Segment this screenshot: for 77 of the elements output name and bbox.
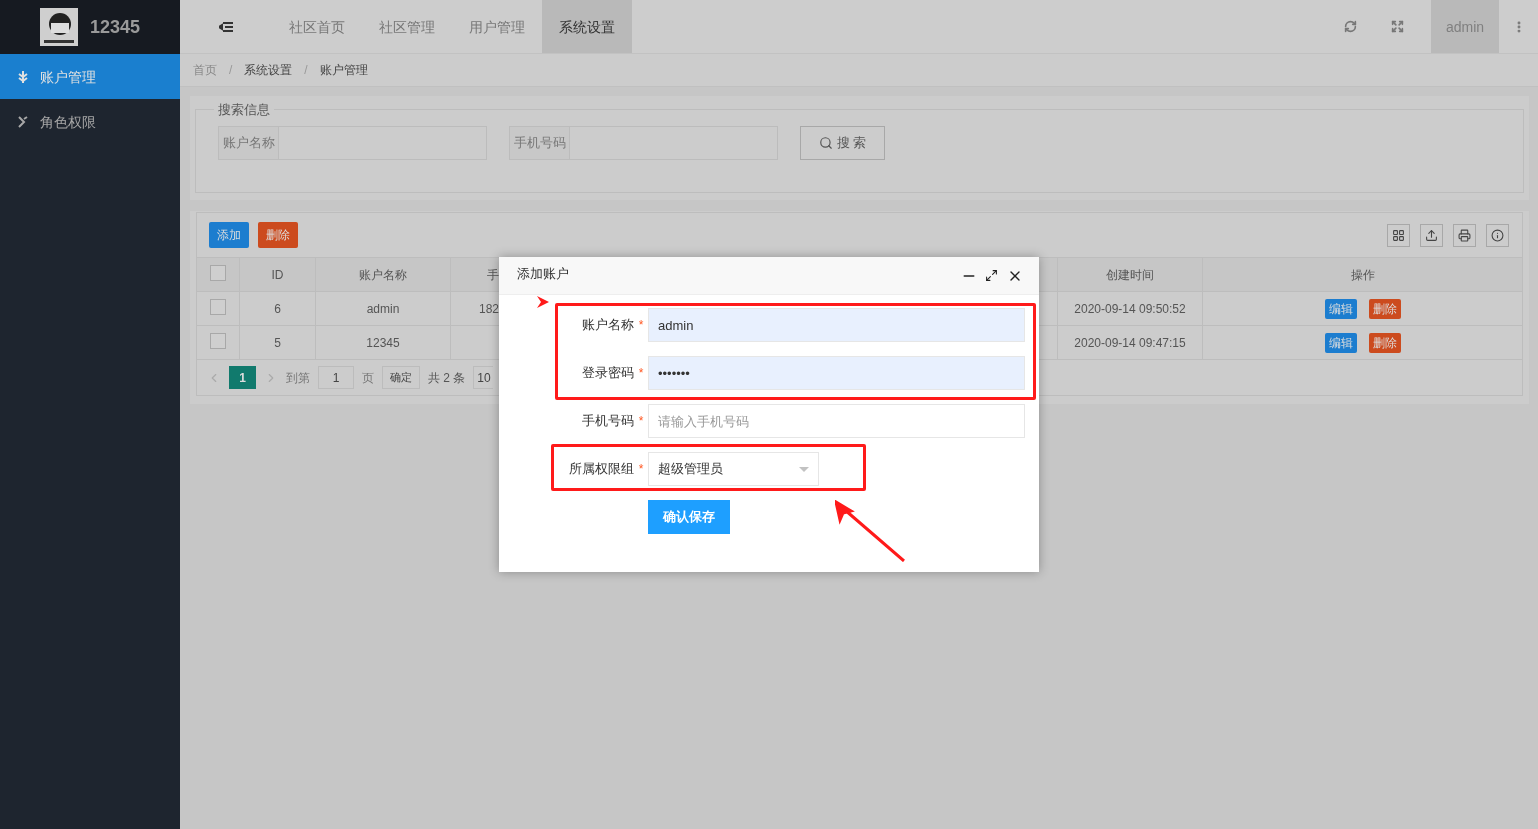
breadcrumb-separator: / [228,62,234,78]
table-cell: 2020-09-14 09:50:52 [1074,301,1186,316]
search-icon [818,135,833,150]
delete-button[interactable]: 删除 [1368,298,1401,319]
caret-icon [799,466,809,472]
info-icon [1491,228,1504,242]
field-label: 所属权限组 [568,460,634,479]
fieldset-legend: 搜索信息 [214,100,274,120]
input-field[interactable]: 请输入手机号码 [648,404,1025,438]
table-cell: 12345 [366,335,400,350]
leaf-icon [18,70,28,83]
printer-icon [1458,228,1471,242]
nav-tab[interactable]: 系统设置 [542,0,632,53]
delete-button[interactable]: 删除 [1368,332,1401,353]
toolbar-tool[interactable] [1486,223,1509,247]
upload-icon [1425,228,1438,242]
arrow [835,500,905,562]
required-mark: * [637,317,645,333]
chevron-icon [18,115,28,128]
role-select[interactable]: 超级管理员 [648,452,819,486]
maximize-icon[interactable] [985,269,998,282]
delete-button[interactable]: 删除 [258,222,298,248]
breadcrumb-link[interactable]: 首页 [193,62,217,78]
page-unit: 页 [362,369,374,386]
search-button[interactable]: 搜 索 [800,125,885,160]
toolbar-tool[interactable] [1420,223,1443,247]
required-mark: * [637,413,645,429]
search-field[interactable]: 账户名称 [218,125,487,160]
sidebar-item[interactable]: 角色权限 [0,99,180,144]
column-header: 操作 [1202,257,1523,292]
sidebar-item[interactable]: 账户管理 [0,54,180,99]
column-header: ID [239,257,316,292]
nav-tab[interactable]: 社区管理 [362,0,452,53]
search-field[interactable]: 手机号码 [509,125,778,160]
column-header: 创建时间 [1057,257,1203,292]
table-cell: 182 [478,301,499,316]
brand-title: 12345 [90,16,141,39]
required-mark: * [637,461,645,477]
save-button[interactable]: 确认保存 [648,500,730,534]
table-cell: 5 [274,335,281,350]
confirm-button[interactable]: 确定 [382,366,420,389]
toolbar-tool[interactable] [1387,223,1410,247]
dialog-title: 添加账户 [517,264,570,283]
table-cell: admin [366,301,400,316]
menu-icon[interactable] [219,20,233,33]
column-header: 账户名称 [315,257,451,292]
checkbox[interactable] [210,332,226,349]
input-field[interactable]: admin [648,308,1025,342]
checkbox[interactable] [210,298,226,315]
nav-tab[interactable]: 用户管理 [452,0,542,53]
page-size-select[interactable]: 10 [473,366,494,389]
user-menu[interactable]: admin [1431,0,1499,53]
refresh-icon[interactable] [1344,20,1357,33]
add-button[interactable]: 添加 [209,222,249,248]
goto-page-field[interactable]: 1 [318,366,354,389]
breadcrumb-link[interactable]: 系统设置 [244,62,293,78]
edit-button[interactable]: 编辑 [1324,298,1357,319]
password-field[interactable]: ••••••• [648,356,1025,390]
table-cell: 2020-09-14 09:47:15 [1074,335,1186,350]
table-cell: 6 [274,301,281,316]
edit-button[interactable]: 编辑 [1324,332,1357,353]
required-mark: * [637,365,645,381]
field-label: 登录密码 [581,364,634,383]
logo-icon [40,8,78,46]
nav-tab[interactable]: 社区首页 [272,0,362,53]
total-count: 共 2 条 [428,369,466,386]
pointer-arrow-icon [537,296,549,308]
checkbox[interactable] [210,264,226,281]
grid-icon [1392,228,1405,242]
goto-label: 到第 [286,369,310,386]
breadcrumb-link[interactable]: 账户管理 [319,62,368,78]
toolbar-tool[interactable] [1453,223,1476,247]
field-label: 账户名称 [581,316,634,335]
page-number[interactable]: 1 [229,366,256,389]
field-label: 手机号码 [581,412,634,431]
fullscreen-icon[interactable] [1391,20,1404,33]
breadcrumb-separator: / [303,62,309,78]
